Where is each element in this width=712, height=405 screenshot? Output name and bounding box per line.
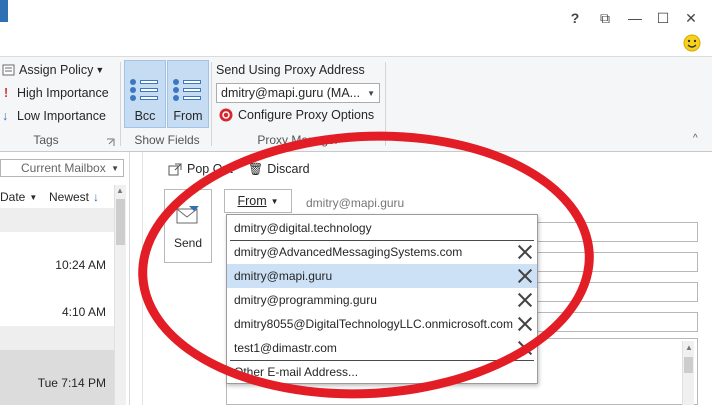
ribbon-separator [385,62,386,146]
from-toggle-label: From [173,109,203,123]
low-importance-button[interactable]: ↓ Low Importance [2,109,106,123]
proxy-settings-icon [219,108,233,122]
from-option-selected[interactable]: dmitry@mapi.guru [227,264,537,288]
list-item-time: Tue 7:14 PM [37,376,106,390]
high-importance-label: High Importance [17,86,109,100]
pop-out-icon [168,163,182,176]
minimize-button[interactable]: — [624,8,646,28]
remove-address-icon[interactable] [517,292,533,308]
show-fields-group-label: Show Fields [134,133,200,147]
bcc-field[interactable] [536,282,698,302]
proxy-address-select[interactable]: dmitry@mapi.guru (MA... ▼ [216,83,380,103]
bcc-icon [130,77,160,103]
ribbon-separator [211,62,212,146]
scroll-up-icon[interactable]: ▲ [685,343,693,352]
from-option[interactable]: dmitry8055@DigitalTechnologyLLC.onmicros… [227,312,537,336]
from-value: dmitry@mapi.guru [306,196,405,210]
arrow-down-icon: ↓ [2,109,9,123]
from-label: From [237,194,267,208]
from-option-address: dmitry@AdvancedMessagingSystems.com [234,245,463,259]
assign-policy-button[interactable]: Assign Policy ▼ [2,63,104,77]
collapse-ribbon-icon[interactable]: ^ [693,133,698,144]
chevron-down-icon: ▼ [367,88,375,98]
remove-address-icon[interactable] [517,340,533,356]
from-option-address: test1@dimastr.com [234,341,337,355]
tags-group-label: Tags [33,133,59,147]
close-button[interactable]: ✕ [680,8,702,28]
send-button[interactable]: Send [164,189,212,263]
other-email-address-label: Other E-mail Address... [234,365,359,379]
remove-address-icon[interactable] [517,244,533,260]
sort-order-label: Newest [49,190,90,204]
pop-out-button[interactable]: Pop Out [168,162,233,176]
ribbon-separator [120,62,121,146]
from-option-address: dmitry8055@DigitalTechnologyLLC.onmicros… [234,317,513,331]
list-item[interactable] [0,326,114,350]
from-option[interactable]: dmitry@digital.technology [227,216,537,240]
smiley-icon[interactable] [683,34,701,52]
bcc-label: Bcc [134,109,156,123]
from-option[interactable]: dmitry@programming.guru [227,288,537,312]
from-option[interactable]: test1@dimastr.com [227,336,537,360]
from-option-address: dmitry@digital.technology [234,221,372,235]
sort-field-label: Date [0,190,26,204]
from-option-address: dmitry@programming.guru [234,293,377,307]
scroll-up-icon[interactable]: ▲ [116,186,124,195]
chevron-down-icon: ▼ [111,163,119,173]
proxy-heading: Send Using Proxy Address [216,63,365,77]
trash-icon: 🗑 [248,162,264,176]
high-importance-button[interactable]: ! High Importance [4,86,109,100]
policy-icon [2,64,16,76]
sort-order[interactable]: Newest ↓ [49,190,99,204]
message-list-scrollbar[interactable] [114,185,126,405]
proxy-manager-group-label: Proxy Manager [257,133,339,147]
window-accent [0,0,8,22]
ribbon-display-options-button[interactable]: ⧉ [594,8,616,28]
assign-policy-label: Assign Policy [19,63,94,77]
discard-label: Discard [267,162,310,176]
low-importance-label: Low Importance [17,109,106,123]
help-button[interactable]: ? [564,8,586,28]
from-dropdown-button[interactable]: From ▼ [224,189,292,213]
arrow-down-icon: ↓ [93,190,100,204]
mailbox-scope-value: Current Mailbox [21,161,106,175]
list-item-time: 10:24 AM [55,258,106,272]
from-address-dropdown: dmitry@digital.technology dmitry@Advance… [226,214,538,384]
cc-field[interactable] [536,252,698,272]
subject-field[interactable] [536,312,698,332]
from-field-icon [173,77,203,103]
remove-address-icon[interactable] [517,316,533,332]
scroll-thumb[interactable] [116,199,125,245]
remove-address-icon[interactable] [517,268,533,284]
from-option-address: dmitry@mapi.guru [234,269,333,283]
configure-proxy-label: Configure Proxy Options [238,108,375,122]
chevron-down-icon: ▼ [95,65,105,75]
dialog-launcher-icon[interactable] [106,136,115,146]
configure-proxy-button[interactable]: Configure Proxy Options [219,108,374,122]
discard-button[interactable]: 🗑 Discard [248,162,310,176]
chevron-down-icon: ▼ [29,192,38,202]
proxy-address-value: dmitry@mapi.guru (MA... [221,86,361,100]
other-email-address-option[interactable]: Other E-mail Address... [227,360,537,384]
maximize-button[interactable]: ☐ [652,8,674,28]
from-option[interactable]: dmitry@AdvancedMessagingSystems.com [227,240,537,264]
send-label: Send [173,236,203,250]
scroll-thumb[interactable] [684,357,693,373]
mailbox-scope-select[interactable]: Current Mailbox ▼ [0,159,124,177]
send-icon [175,204,201,226]
bcc-button[interactable]: Bcc [124,60,166,128]
pop-out-label: Pop Out [187,162,233,176]
to-field[interactable] [536,222,698,242]
list-item[interactable] [0,208,114,232]
chevron-down-icon: ▼ [270,196,279,206]
from-toggle-button[interactable]: From [167,60,209,128]
exclamation-icon: ! [4,86,9,100]
sort-by-date[interactable]: Date ▼ [0,190,37,204]
